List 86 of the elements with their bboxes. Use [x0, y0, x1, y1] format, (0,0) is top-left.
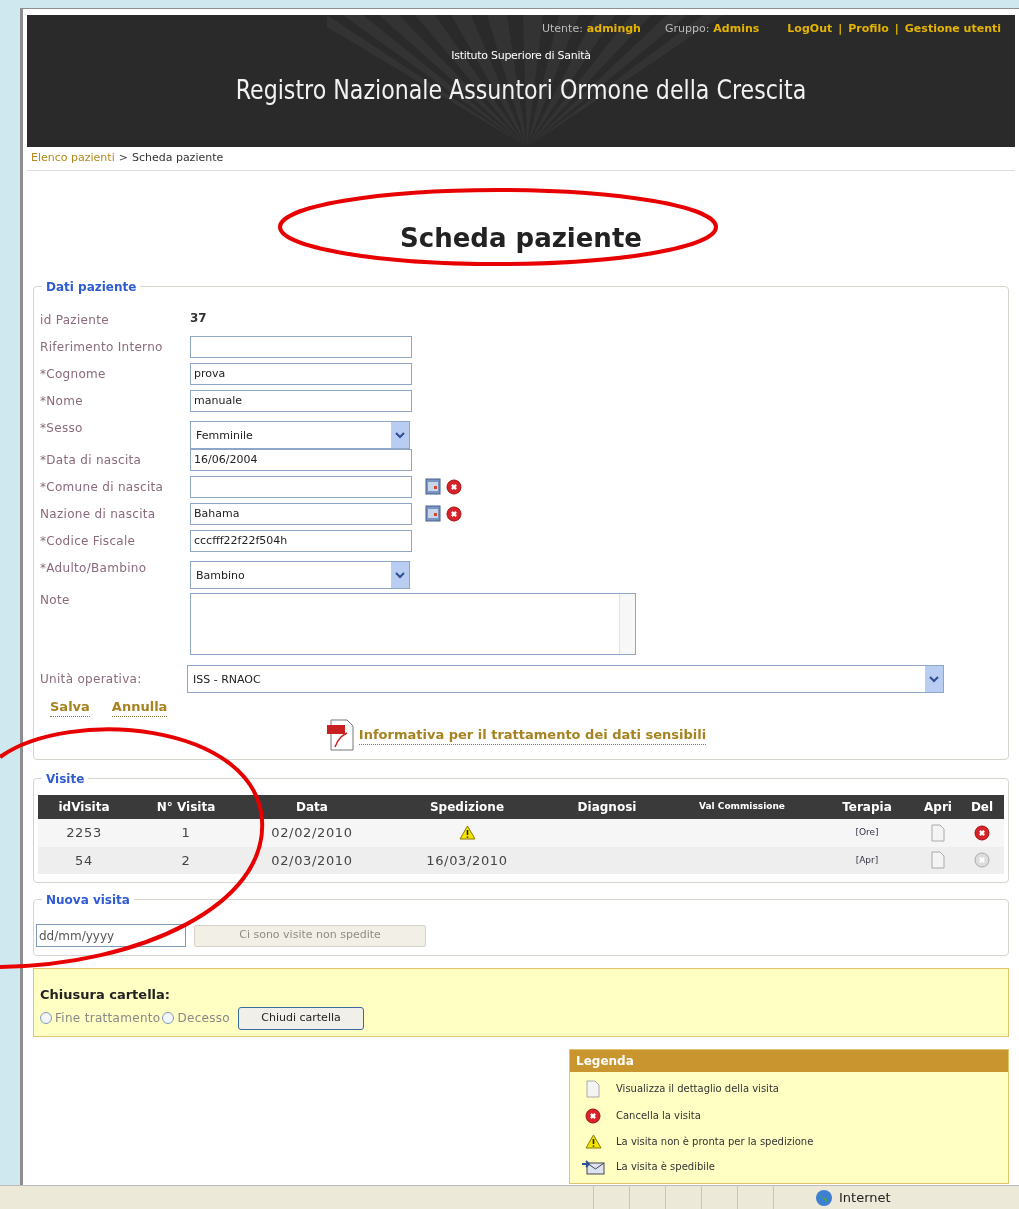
document-icon[interactable]: [931, 823, 945, 842]
text-input[interactable]: Bahama: [190, 502, 412, 525]
field-label: *Nome: [40, 392, 84, 410]
document-icon[interactable]: [931, 851, 945, 870]
date-input[interactable]: dd/mm/yyyy: [36, 924, 186, 947]
user-name: admingh: [586, 21, 641, 37]
field-label: Note: [40, 591, 71, 609]
column-header: Spedizione: [428, 799, 506, 816]
field-label: id Paziente: [40, 311, 110, 329]
field-label: *Cognome: [40, 365, 107, 383]
text-input[interactable]: cccfff22f22f504h: [190, 529, 412, 552]
page-title: Scheda paziente: [400, 221, 642, 255]
column-header: Apri: [923, 799, 953, 816]
legend-text: La visita è spedibile: [616, 1160, 715, 1174]
closure-title: Chiusura cartella:: [40, 986, 171, 1004]
legend-text: Cancella la visita: [616, 1109, 701, 1123]
action-link[interactable]: Annulla: [111, 696, 168, 717]
link-separator: |: [894, 21, 899, 37]
radio-button[interactable]: [40, 1012, 52, 1024]
field-label: *Codice Fiscale: [40, 532, 137, 550]
notes-textarea[interactable]: [190, 592, 636, 655]
column-header: Terapia: [841, 799, 893, 816]
envelope-icon: [581, 1158, 605, 1175]
select-field[interactable]: Bambino: [190, 560, 410, 589]
breadcrumb-current: Scheda paziente: [131, 150, 224, 166]
column-header: N° Visita: [155, 799, 217, 816]
calendar-icon[interactable]: [425, 505, 441, 522]
security-zone: Internet: [839, 1188, 891, 1207]
institute-name: Istituto Superiore di Sanità: [451, 47, 591, 64]
radio-label: Decesso: [177, 1010, 230, 1027]
select-field[interactable]: Femminile: [190, 420, 410, 449]
warning-icon: [458, 825, 476, 841]
column-header: Diagnosi: [576, 799, 638, 816]
radio-label: Fine trattamento: [55, 1010, 161, 1027]
table-cell-text: 2253: [65, 824, 103, 842]
field-label: Nazione di nascita: [40, 505, 157, 523]
select-field[interactable]: ISS - RNAOC: [187, 664, 944, 693]
delete-icon[interactable]: [446, 505, 462, 522]
text-input[interactable]: manuale: [190, 389, 412, 412]
site-title: Registro Nazionale Assuntori Ormone della Crescita: [235, 73, 807, 107]
field-label: Riferimento Interno: [40, 338, 164, 356]
column-header: idVisita: [57, 799, 111, 816]
user-label: Utente:: [541, 21, 583, 37]
warning-icon: [584, 1133, 602, 1149]
column-header: Del: [969, 799, 995, 816]
header-link[interactable]: Profilo: [848, 21, 889, 38]
globe-icon: [815, 1188, 833, 1207]
delete-icon[interactable]: [585, 1107, 601, 1124]
pdf-icon: [325, 719, 356, 751]
text-input[interactable]: [190, 475, 412, 498]
delete-icon[interactable]: [974, 824, 990, 841]
document-icon[interactable]: [586, 1079, 600, 1098]
link-separator: |: [838, 21, 843, 37]
field-label: *Comune di nascita: [40, 478, 165, 496]
header-link[interactable]: Gestione utenti: [904, 21, 1001, 38]
legend-text: La visita non è pronta per la spedizione: [616, 1134, 814, 1149]
header-link[interactable]: LogOut: [787, 21, 833, 38]
column-header: Data: [295, 799, 329, 816]
table-cell-text: 54: [74, 851, 94, 870]
table-cell-text: 2: [180, 851, 192, 870]
text-input[interactable]: prova: [190, 362, 412, 385]
field-label: *Adulto/Bambino: [40, 559, 148, 577]
therapy-tag[interactable]: [Ore]: [855, 826, 879, 840]
pdf-link[interactable]: Informativa per il trattamento dei dati sensibili: [358, 724, 707, 746]
patient-id: 37: [190, 309, 207, 327]
group-name: Admins: [713, 21, 760, 37]
legend-text: Visualizza il dettaglio della visita: [616, 1082, 779, 1096]
table-cell-text: 02/03/2010: [270, 851, 354, 870]
calendar-icon[interactable]: [425, 478, 441, 495]
close-record-button[interactable]: Chiudi cartella: [238, 1006, 364, 1030]
text-input[interactable]: 16/06/2004: [190, 448, 412, 471]
delete-icon[interactable]: [446, 478, 462, 495]
field-label: Unità operativa:: [40, 670, 143, 688]
field-label: *Data di nascita: [40, 451, 143, 469]
table-cell-text: 16/03/2010: [426, 851, 508, 870]
legend-title: Legenda: [570, 1049, 1008, 1072]
group-label: Gruppo:: [664, 21, 710, 37]
table-cell-text: 1: [180, 824, 192, 842]
column-header: Val Commissione: [698, 800, 786, 813]
breadcrumb-separator: >: [118, 150, 128, 166]
text-input[interactable]: [190, 335, 412, 358]
therapy-tag[interactable]: [Apr]: [855, 853, 879, 867]
table-cell-text: 02/02/2010: [270, 824, 354, 842]
radio-button[interactable]: [162, 1012, 175, 1024]
field-label: *Sesso: [40, 419, 84, 437]
action-link[interactable]: Salva: [50, 696, 90, 717]
